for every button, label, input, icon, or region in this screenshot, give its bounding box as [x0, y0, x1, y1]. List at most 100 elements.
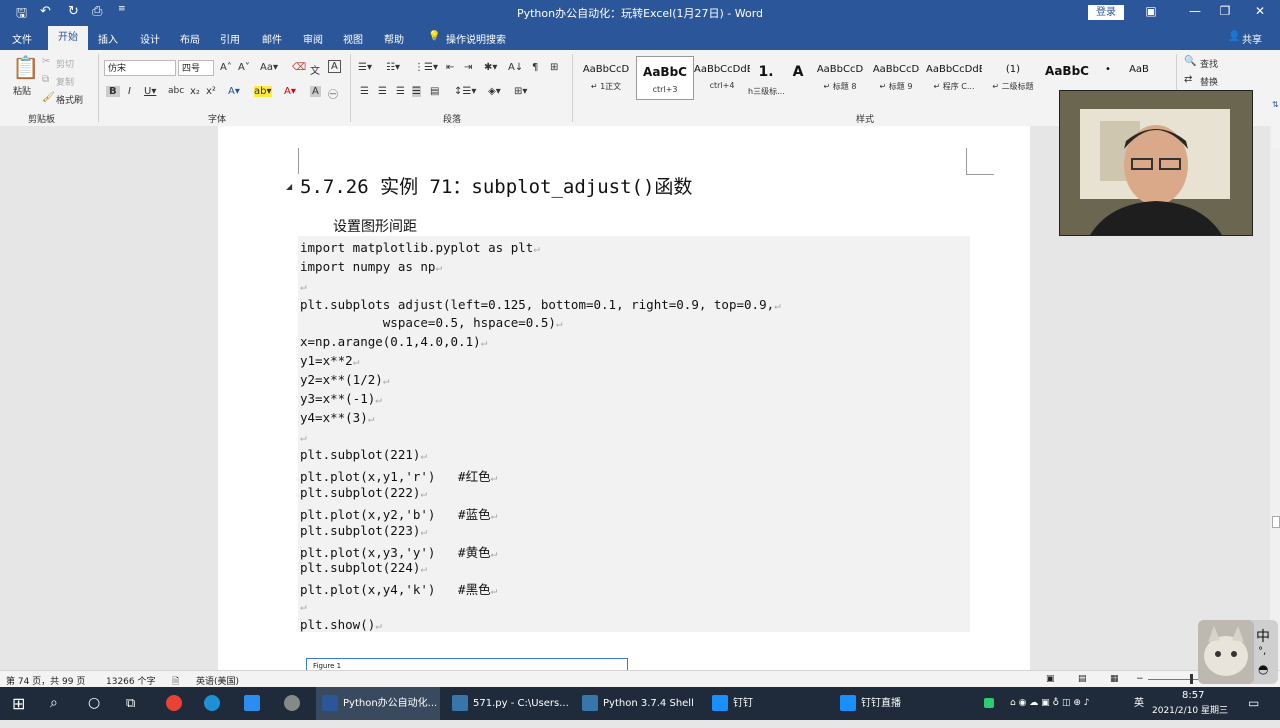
subscript-icon[interactable]: x₂ — [190, 86, 200, 97]
find-icon[interactable]: 🔍 — [1184, 56, 1196, 67]
ime-punct-icon[interactable]: °, — [1258, 646, 1266, 657]
pane-toggle-icon[interactable]: ⇅ — [1272, 100, 1280, 148]
style-item[interactable]: AaBbCcDdE ↵ 程序 C... — [926, 56, 982, 98]
page-count[interactable]: 第 74 页，共 99 页 — [6, 674, 85, 687]
char-shading-icon[interactable]: A — [310, 86, 321, 97]
chinese-layout-icon[interactable]: ✱▾ — [484, 62, 497, 73]
multilevel-list-icon[interactable]: ⋮☰▾ — [414, 62, 438, 73]
taskbar-app[interactable]: 钉钉 — [706, 687, 824, 720]
taskbar-app[interactable]: Python 3.7.4 Shell — [576, 687, 700, 720]
format-painter-label[interactable]: 格式刷 — [56, 93, 83, 106]
taskbar-app[interactable]: 钉钉直播 — [834, 687, 954, 720]
replace-icon[interactable]: ⇄ — [1184, 74, 1192, 85]
tab-layout[interactable]: 布局 — [180, 31, 200, 46]
style-item[interactable]: AaBbCcDdE ctrl+4 — [694, 56, 750, 98]
app-icon[interactable] — [284, 687, 305, 720]
style-item[interactable]: AaBbCcD ↵ 1正文 — [578, 56, 634, 98]
language-indicator[interactable]: 英语(美国) — [196, 674, 239, 687]
bullets-icon[interactable]: ☰▾ — [358, 62, 372, 73]
format-painter-icon[interactable]: 🖌 — [42, 92, 55, 103]
tab-insert[interactable]: 插入 — [98, 31, 118, 46]
strikethrough-icon[interactable]: abc — [168, 86, 184, 96]
paste-label[interactable]: 粘贴 — [13, 84, 31, 97]
shrink-font-icon[interactable]: A˅ — [238, 62, 250, 73]
taskbar-app[interactable]: Python办公自动化... — [316, 687, 440, 720]
cut-label[interactable]: 剪切 — [56, 57, 74, 70]
collapse-heading-icon[interactable]: ◢ — [286, 182, 292, 191]
ime-panel[interactable]: 中 °, ◓ — [1198, 620, 1278, 684]
shading-icon[interactable]: ◈▾ — [488, 86, 501, 97]
superscript-icon[interactable]: x² — [206, 86, 216, 97]
decrease-indent-icon[interactable]: ⇤ — [446, 62, 454, 73]
show-marks-icon[interactable]: ¶ — [532, 62, 538, 73]
zoom-out-icon[interactable]: − — [1136, 674, 1144, 684]
style-item[interactable]: AaBbCcD ↵ 标题 8 — [812, 56, 868, 98]
style-item[interactable]: AaBbC ctrl+3 — [636, 56, 694, 100]
taskbar-app[interactable]: 571.py - C:\Users... — [446, 687, 570, 720]
align-center-icon[interactable]: ☰ — [378, 86, 387, 97]
tray-lang[interactable]: 英 — [1134, 687, 1144, 720]
copy-label[interactable]: 复制 — [56, 75, 74, 88]
ime-mode[interactable]: 中 — [1256, 626, 1270, 646]
chrome-icon[interactable] — [166, 687, 187, 720]
cut-icon[interactable]: ✂ — [42, 56, 50, 67]
borders-icon[interactable]: ⊞▾ — [514, 86, 527, 97]
tell-me-search[interactable]: 操作说明搜索 — [446, 31, 506, 46]
font-size-combo[interactable]: 四号 — [178, 60, 214, 76]
maximize-icon[interactable]: ❐ — [1210, 4, 1240, 18]
align-left-icon[interactable]: ☰ — [360, 86, 369, 97]
style-item[interactable]: AaBbCcD ↵ 标题 9 — [868, 56, 924, 98]
increase-indent-icon[interactable]: ⇥ — [464, 62, 472, 73]
figure-window-preview[interactable]: Figure 1 — [306, 658, 628, 670]
print-layout-icon[interactable]: ▤ — [1078, 674, 1087, 684]
font-color-icon[interactable]: A▾ — [284, 86, 296, 97]
web-layout-icon[interactable]: ▦ — [1110, 674, 1119, 684]
phonetic-guide-icon[interactable]: 文 — [310, 62, 320, 77]
enclose-char-icon[interactable]: ㊀ — [328, 86, 338, 101]
char-border-icon[interactable]: A — [328, 60, 341, 73]
cortana-icon[interactable]: ○ — [88, 687, 100, 720]
ribbon-display-icon[interactable]: ▣ — [1136, 4, 1166, 18]
numbering-icon[interactable]: ☷▾ — [386, 62, 400, 73]
underline-icon[interactable]: U▾ — [144, 86, 156, 97]
tray-app-icon[interactable] — [984, 687, 999, 720]
tab-mailings[interactable]: 邮件 — [262, 31, 282, 46]
line-spacing-icon[interactable]: ↕☰▾ — [454, 86, 476, 97]
dingtalk-pin-icon[interactable] — [244, 687, 265, 720]
scrollbar-thumb[interactable] — [1272, 516, 1280, 528]
vertical-scrollbar[interactable] — [1270, 126, 1280, 670]
clock-date[interactable]: 2021/2/10 星期三 — [1152, 695, 1228, 728]
paste-icon[interactable]: 📋 — [12, 56, 39, 81]
replace-button[interactable]: 替换 — [1200, 75, 1218, 88]
copy-icon[interactable]: ⧉ — [42, 74, 49, 85]
task-view-icon[interactable]: ⧉ — [126, 687, 135, 720]
style-item[interactable]: (1) ↵ 二级标题 — [988, 56, 1038, 98]
login-button[interactable]: 登录 — [1088, 5, 1124, 20]
tab-review[interactable]: 审阅 — [303, 31, 323, 46]
text-effects-icon[interactable]: A▾ — [228, 86, 240, 97]
minimize-icon[interactable]: — — [1180, 4, 1210, 18]
close-icon[interactable]: ✕ — [1245, 4, 1275, 18]
tab-file[interactable]: 文件 — [12, 31, 32, 46]
ime-halfwidth-icon[interactable]: ◓ — [1258, 662, 1268, 676]
search-icon[interactable]: ⌕ — [50, 687, 58, 720]
edge-icon[interactable] — [204, 687, 225, 720]
justify-icon[interactable]: ☰ — [412, 86, 421, 97]
font-name-combo[interactable]: 仿宋 — [104, 60, 176, 76]
italic-icon[interactable]: I — [128, 86, 131, 97]
asian-layout-icon[interactable]: ⊞ — [550, 62, 558, 73]
grow-font-icon[interactable]: A˄ — [220, 62, 232, 73]
distributed-icon[interactable]: ▤ — [430, 86, 439, 97]
tab-help[interactable]: 帮助 — [384, 31, 404, 46]
style-item[interactable]: 1. h三级标... — [748, 56, 784, 98]
tab-design[interactable]: 设计 — [140, 31, 160, 46]
notification-icon[interactable]: ▭ — [1248, 687, 1259, 720]
word-count[interactable]: 13266 个字 — [106, 674, 156, 687]
tray-icons[interactable]: ⌂ ◉ ☁ ▣ ♁ ◫ ⊕ ♪ — [1010, 687, 1089, 720]
tab-view[interactable]: 视图 — [343, 31, 363, 46]
find-button[interactable]: 查找 — [1200, 57, 1218, 70]
align-right-icon[interactable]: ☰ — [396, 86, 405, 97]
read-mode-icon[interactable]: ▣ — [1046, 674, 1055, 684]
clear-format-icon[interactable]: ⌫ — [292, 62, 306, 73]
bold-icon[interactable]: B — [106, 86, 120, 97]
